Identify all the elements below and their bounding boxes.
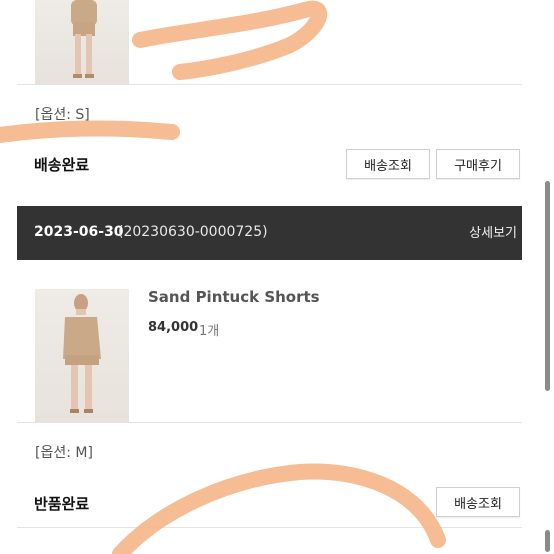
order-date: 2023-06-30	[34, 224, 124, 240]
write-review-button[interactable]: 구매후기	[436, 149, 520, 179]
order-detail-link[interactable]: 상세보기	[469, 222, 517, 241]
divider	[17, 527, 522, 528]
product-name[interactable]: Sand Pintuck Shorts	[148, 288, 320, 306]
highlight-stroke-top	[132, 0, 327, 80]
order-number: (20230630-0000725)	[118, 224, 268, 240]
product-price: 84,000	[148, 320, 199, 335]
product-quantity: 1개	[199, 324, 220, 339]
divider	[17, 84, 522, 85]
model-figure-2	[63, 294, 101, 413]
order-status: 배송완료	[34, 156, 90, 174]
track-delivery-button[interactable]: 배송조회	[436, 487, 520, 517]
order-header: 2023-06-30 (20230630-0000725) 상세보기	[17, 206, 522, 260]
track-delivery-button[interactable]: 배송조회	[346, 149, 430, 179]
product-photo-1[interactable]	[35, 0, 129, 84]
product-photo-2[interactable]	[35, 289, 129, 422]
scrollbar-thumb-lower[interactable]	[545, 530, 550, 552]
highlight-stroke-middle	[0, 120, 180, 143]
divider	[17, 422, 522, 423]
option-label: [옵션: M]	[35, 445, 93, 461]
option-label: [옵션: S]	[35, 107, 90, 123]
scrollbar-thumb[interactable]	[545, 181, 550, 391]
model-figure-1	[71, 0, 97, 78]
order-status: 반품완료	[34, 495, 90, 513]
highlight-stroke-bottom	[112, 463, 446, 554]
